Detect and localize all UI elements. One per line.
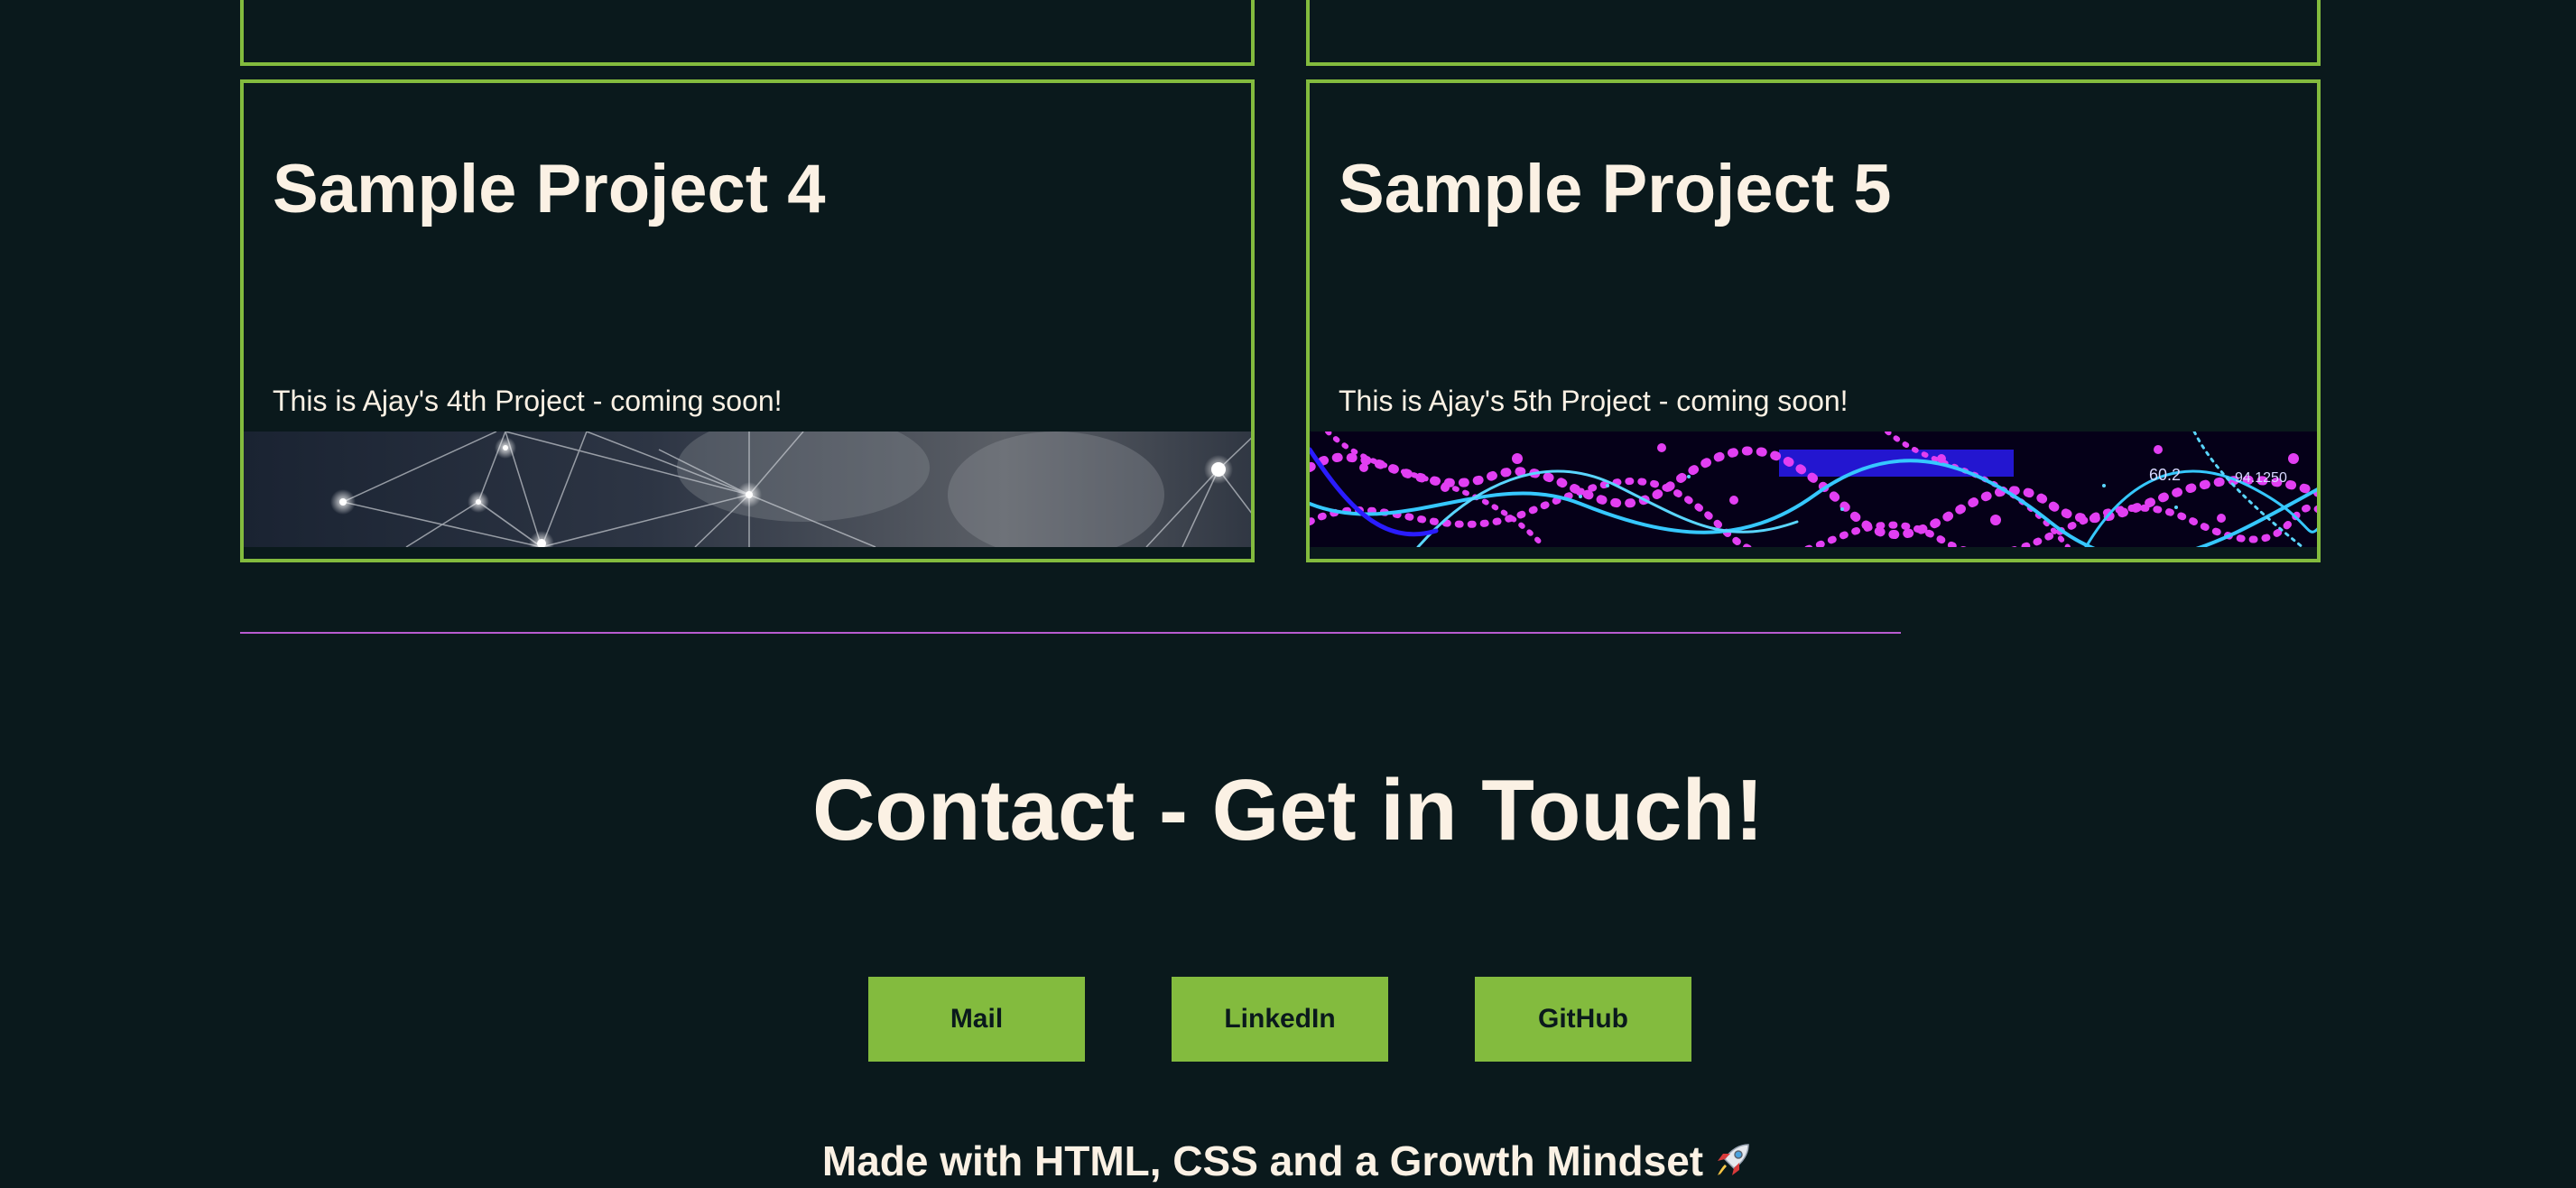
footer: Made with HTML, CSS and a Growth Mindset <box>0 1139 2576 1187</box>
svg-text:60.2: 60.2 <box>2149 466 2181 484</box>
project-card-5[interactable]: Sample Project 5 This is Ajay's 5th Proj… <box>1306 79 2321 562</box>
rocket-icon <box>1712 1139 1754 1187</box>
contact-heading: Contact - Get in Touch! <box>811 762 1765 859</box>
section-divider <box>240 632 1901 634</box>
project-card-previous-right <box>1306 0 2321 66</box>
project-card-4[interactable]: Sample Project 4 This is Ajay's 4th Proj… <box>240 79 1255 562</box>
github-button[interactable]: GitHub <box>1475 977 1691 1062</box>
linkedin-button[interactable]: LinkedIn <box>1172 977 1388 1062</box>
project-title: Sample Project 5 <box>1339 151 1892 227</box>
footer-text: Made with HTML, CSS and a Growth Mindset <box>821 1137 1704 1184</box>
mail-button[interactable]: Mail <box>868 977 1085 1062</box>
network-nodes-image <box>244 432 1251 547</box>
project-title: Sample Project 4 <box>273 151 826 227</box>
project-description: This is Ajay's 4th Project - coming soon… <box>273 385 783 417</box>
neon-waves-image: 60.2 94.1250 <box>1310 432 2317 547</box>
page: Sample Project 4 This is Ajay's 4th Proj… <box>0 0 2576 1188</box>
project-description: This is Ajay's 5th Project - coming soon… <box>1339 385 1849 417</box>
project-card-previous-left <box>240 0 1255 66</box>
svg-text:94.1250: 94.1250 <box>2235 470 2287 486</box>
